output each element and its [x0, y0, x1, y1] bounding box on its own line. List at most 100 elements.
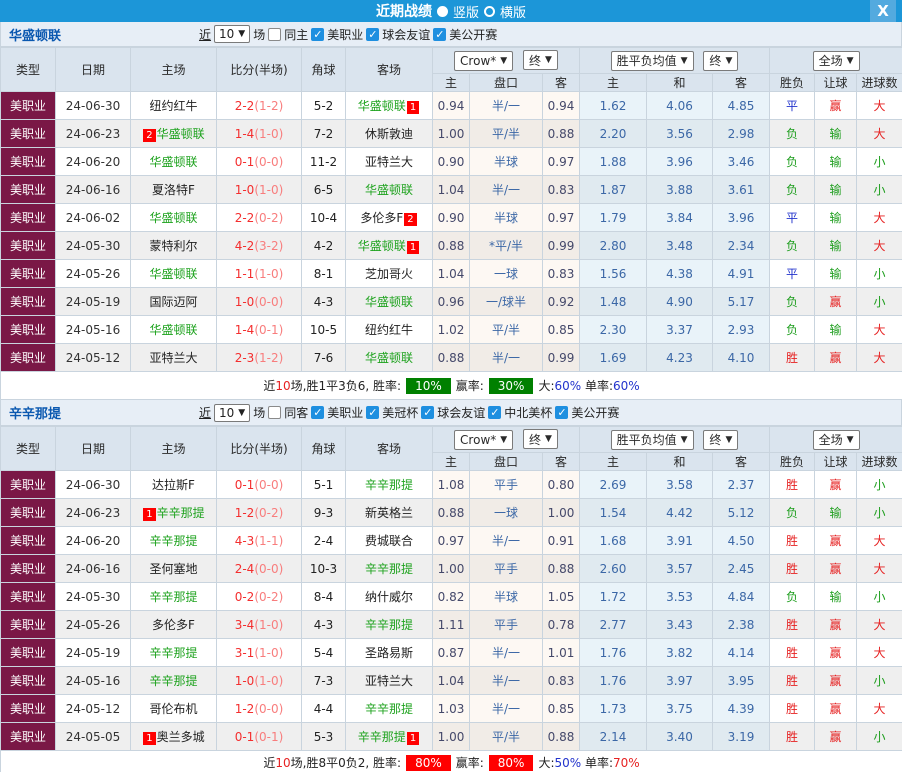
table-row: 美职业 24-06-30 达拉斯F 0-1(0-0) 5-1 辛辛那提 1.08 平手 0.80…: [0, 470, 902, 499]
half-score: (0-0): [254, 294, 284, 309]
euro-home-odds-cell: 1.87: [579, 175, 647, 204]
league-checkbox[interactable]: [488, 406, 502, 419]
euro-away-odds-cell: 4.85: [711, 91, 771, 120]
handicap-value: 半球: [493, 590, 518, 604]
half-score: (0-1): [254, 729, 284, 744]
team-name: 华盛顿联: [364, 351, 413, 365]
league-checkbox[interactable]: [555, 406, 569, 419]
asia-away-odds-cell: 0.80: [542, 470, 580, 499]
league-checkbox[interactable]: [421, 406, 435, 419]
away-team-cell: 辛辛那提: [345, 694, 433, 723]
euro-home-odds-cell: 2.14: [579, 722, 647, 751]
match-date-cell: 24-05-26: [55, 259, 131, 288]
league-checkbox[interactable]: [433, 27, 447, 41]
euro-draw-odds-cell: 3.53: [646, 582, 713, 611]
same-venue-checkbox[interactable]: [268, 406, 282, 419]
half-score: (1-0): [254, 673, 284, 688]
handicap-value: 平手: [493, 478, 518, 492]
handicap-value: 平/半: [491, 127, 521, 141]
letgoal-result-cell: 赢: [814, 470, 858, 499]
sub-goals: 进球数: [856, 452, 902, 471]
handicap-value: 一/球半: [485, 295, 527, 309]
odds-time-select[interactable]: 终 ▼: [523, 429, 558, 450]
home-team-cell: 达拉斯F: [130, 470, 217, 499]
europe-odds-select[interactable]: 胜平负均值 ▼: [610, 50, 694, 71]
col-corner: 角球: [301, 47, 346, 92]
league-checkbox[interactable]: [311, 406, 325, 419]
league-checkbox[interactable]: [366, 406, 380, 419]
odds-provider-select[interactable]: Crow* ▼: [454, 429, 514, 450]
asia-home-odds-cell: 1.11: [432, 610, 470, 639]
asia-away-odds-cell: 0.83: [542, 666, 580, 695]
league-checkbox[interactable]: [366, 27, 380, 41]
corner-cell: 4-4: [301, 694, 346, 723]
recent-link[interactable]: 近: [199, 26, 211, 43]
league-label: 球会友谊: [437, 406, 486, 420]
match-date-cell: 24-06-16: [55, 175, 131, 204]
euro-draw-odds-cell: 3.56: [646, 119, 713, 148]
euro-home-odds-cell: 2.69: [579, 470, 647, 499]
vertical-layout-label[interactable]: 竖版: [453, 2, 479, 21]
euro-away-odds-cell: 4.50: [711, 526, 771, 555]
games-label: 场: [253, 27, 266, 42]
euro-draw-odds-cell: 3.57: [646, 554, 713, 583]
games-count-select[interactable]: 10 ▼: [214, 25, 251, 43]
league-type-cell: 美职业: [0, 582, 56, 611]
scope-select[interactable]: 全场 ▼: [812, 50, 860, 71]
half-score: (0-0): [254, 477, 284, 492]
europe-odds-header: 胜平负均值 ▼ 终 ▼: [578, 426, 771, 453]
euro-draw-odds-cell: 4.38: [646, 259, 713, 288]
away-team-cell: 华盛顿联: [345, 287, 433, 316]
euro-draw-odds-cell: 3.43: [646, 610, 713, 639]
page-title: 近期战绩: [375, 4, 432, 20]
scope-select[interactable]: 全场 ▼: [812, 429, 860, 450]
match-date-cell: 24-05-12: [55, 343, 131, 372]
vertical-layout-radio[interactable]: [436, 5, 448, 17]
away-team-cell: 纽约红牛: [345, 315, 433, 344]
league-type-cell: 美职业: [0, 722, 56, 751]
league-checkbox[interactable]: [311, 27, 325, 41]
recent-link[interactable]: 近: [199, 404, 211, 421]
away-team-cell: 辛辛那提: [345, 554, 433, 583]
team-name: 多伦多F: [360, 211, 404, 225]
team-name: 辛辛那提: [156, 506, 205, 520]
europe-time-select[interactable]: 终 ▼: [703, 429, 739, 450]
match-date-cell: 24-05-16: [55, 666, 131, 695]
handicap-cell: 半/一: [469, 175, 543, 204]
goals-result-cell: 大: [856, 610, 902, 639]
col-home: 主场: [130, 47, 217, 92]
europe-odds-select[interactable]: 胜平负均值 ▼: [610, 429, 694, 450]
odds-time-select[interactable]: 终 ▼: [523, 50, 558, 71]
odds-provider-select[interactable]: Crow* ▼: [454, 50, 514, 71]
corner-cell: 7-6: [301, 343, 346, 372]
euro-draw-odds-cell: 4.23: [646, 343, 713, 372]
sub-winloss: 胜负: [769, 73, 816, 92]
winloss-result-cell: 平: [769, 259, 816, 288]
europe-time-select[interactable]: 终 ▼: [703, 50, 739, 71]
league-label: 美公开赛: [571, 406, 620, 420]
sub-winloss: 胜负: [769, 452, 816, 471]
summary-text: 近: [263, 756, 276, 770]
letgoal-result-cell: 赢: [814, 554, 858, 583]
same-venue-checkbox[interactable]: [268, 27, 282, 41]
euro-draw-odds-cell: 3.75: [646, 694, 713, 723]
asia-win-rate-badge: 80%: [488, 755, 534, 771]
euro-away-odds-cell: 2.98: [711, 119, 771, 148]
games-count-select[interactable]: 10 ▼: [214, 403, 251, 422]
horizontal-layout-radio[interactable]: [484, 5, 495, 17]
team-name: 辛辛那提: [357, 730, 406, 744]
euro-draw-odds-cell: 4.90: [646, 287, 713, 316]
close-icon[interactable]: X: [870, 0, 896, 22]
corner-cell: 9-3: [301, 498, 346, 527]
home-team-cell: 华盛顿联: [130, 147, 217, 176]
full-score: 1-0: [234, 294, 255, 309]
score-cell: 3-1(1-0): [216, 638, 302, 667]
full-score: 1-0: [234, 182, 255, 197]
horizontal-layout-label[interactable]: 横版: [500, 2, 526, 21]
euro-home-odds-cell: 1.62: [579, 91, 647, 120]
goals-result-cell: 小: [856, 582, 902, 611]
match-date-cell: 24-05-12: [55, 694, 131, 723]
summary-text: 单率:: [581, 379, 614, 393]
col-away: 客场: [345, 47, 433, 92]
home-team-cell: 蒙特利尔: [130, 231, 217, 260]
